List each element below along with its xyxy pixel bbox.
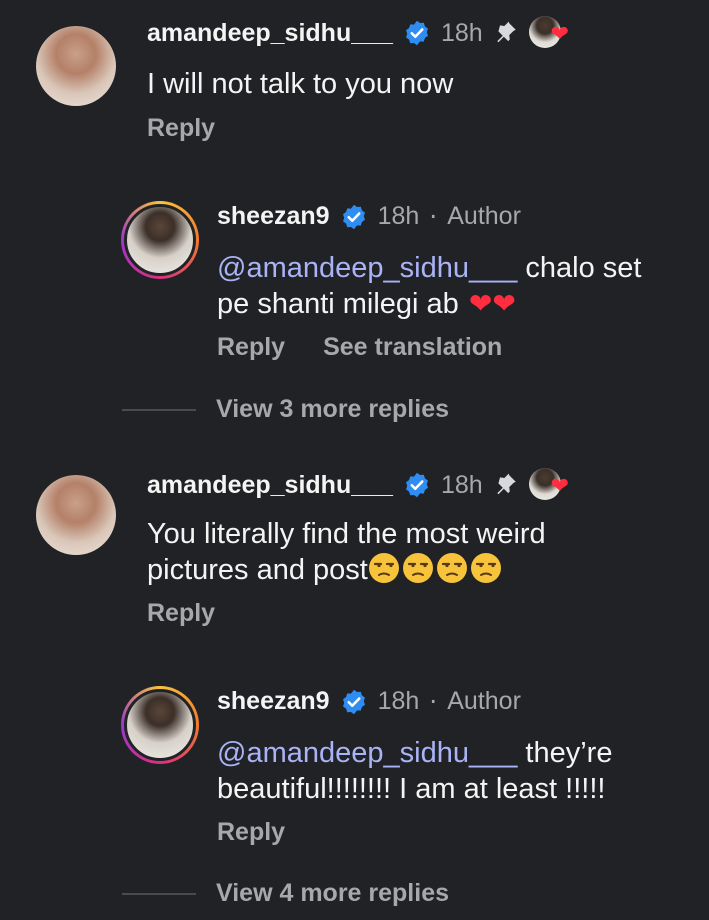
author-label: Author	[447, 687, 521, 715]
separator: ·	[429, 687, 438, 716]
verified-badge-icon	[342, 689, 365, 714]
username[interactable]: sheezan9	[217, 687, 330, 716]
separator: ·	[429, 202, 438, 231]
view-more-replies-label: View 4 more replies	[216, 879, 449, 907]
timestamp: 18h	[377, 202, 420, 230]
reply-button[interactable]: Reply	[147, 599, 215, 628]
heart-emoji: ❤❤	[468, 288, 516, 319]
reply-button[interactable]: Reply	[217, 818, 285, 847]
author-liked-icon: ❤	[528, 16, 573, 50]
comment-actions: Reply	[147, 114, 215, 143]
view-more-replies-button[interactable]: View 4 more replies	[122, 879, 449, 908]
avatar[interactable]	[121, 686, 199, 764]
view-more-replies-label: View 3 more replies	[216, 395, 449, 423]
timestamp: 18h	[377, 687, 420, 715]
text-line-1: chalo set	[517, 252, 642, 284]
text-line-2: pictures and post	[147, 554, 368, 586]
author-liked-icon: ❤	[528, 468, 573, 502]
mention-link[interactable]: @amandeep_sidhu___	[217, 737, 517, 769]
comment-text: @amandeep_sidhu___ chalo set pe shanti m…	[217, 250, 641, 322]
comment-header: amandeep_sidhu___ 18h ❤	[147, 16, 573, 50]
comment-header: sheezan9 18h · Author	[217, 202, 521, 231]
mention-link[interactable]: @amandeep_sidhu___	[217, 252, 517, 284]
comment-actions: Reply See translation	[217, 333, 502, 362]
avatar[interactable]	[36, 26, 116, 106]
avatar[interactable]	[36, 475, 116, 555]
reply-button[interactable]: Reply	[147, 114, 215, 143]
comment-header: amandeep_sidhu___ 18h ❤	[147, 468, 573, 502]
thread-line	[122, 408, 196, 411]
text-line-1: You literally find the most weird	[147, 518, 546, 550]
verified-badge-icon	[405, 472, 428, 498]
see-translation-button[interactable]: See translation	[323, 333, 502, 362]
comment-actions: Reply	[217, 818, 285, 847]
comment-text: @amandeep_sidhu___ they’re beautiful!!!!…	[217, 735, 612, 807]
username[interactable]: amandeep_sidhu___	[147, 19, 393, 48]
username[interactable]: sheezan9	[217, 202, 330, 231]
view-more-replies-button[interactable]: View 3 more replies	[122, 395, 449, 424]
comments-thread: amandeep_sidhu___ 18h ❤ I will not talk …	[0, 0, 709, 920]
text-line-2: beautiful!!!!!!!! I am at least !!!!!	[217, 773, 606, 805]
unamused-emoji-icon	[402, 553, 433, 583]
text-line-1: they’re	[517, 737, 613, 769]
comment-text: You literally find the most weird pictur…	[147, 516, 546, 588]
reply-button[interactable]: Reply	[217, 333, 285, 362]
unamused-emoji-icon	[436, 553, 467, 583]
comment-text: I will not talk to you now	[147, 68, 454, 100]
timestamp: 18h	[440, 470, 483, 499]
text-line-2: pe shanti milegi ab	[217, 288, 467, 320]
verified-badge-icon	[342, 204, 365, 229]
verified-badge-icon	[405, 20, 428, 46]
author-label: Author	[447, 202, 521, 230]
comment-header: sheezan9 18h · Author	[217, 687, 521, 716]
unamused-emoji-icon	[368, 553, 399, 583]
unamused-emoji-group	[368, 553, 504, 586]
thread-line	[122, 892, 196, 895]
unamused-emoji-icon	[470, 553, 501, 583]
comment-actions: Reply	[147, 599, 215, 628]
username[interactable]: amandeep_sidhu___	[147, 471, 393, 500]
pin-icon	[496, 21, 516, 43]
pin-icon	[496, 473, 516, 495]
timestamp: 18h	[440, 18, 483, 47]
avatar[interactable]	[121, 201, 199, 279]
